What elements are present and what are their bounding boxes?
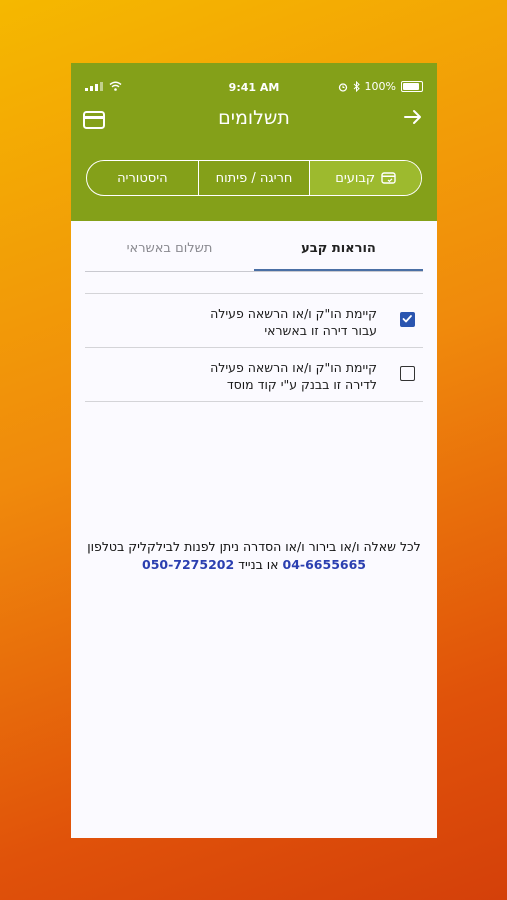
- divider: [85, 293, 423, 294]
- status-right: 100%: [338, 80, 423, 93]
- option-credit-checkbox[interactable]: [400, 312, 415, 327]
- option-bank-line1: קיימת הו"ק ו/או הרשאה פעילה: [210, 360, 377, 375]
- arrow-right-icon[interactable]: [403, 109, 423, 125]
- contact-line1: לכל שאלה ו/או בירור ו/או הסדרה ניתן לפנו…: [87, 539, 421, 554]
- tab-credit-payment[interactable]: תשלום באשראי: [85, 231, 254, 271]
- status-bar: 9:41 AM 100%: [71, 63, 437, 94]
- bluetooth-icon: [353, 81, 360, 92]
- divider: [85, 347, 423, 348]
- option-credit-line2: עבור דירה זו באשראי: [264, 323, 377, 338]
- tab-bar: הוראות קבע תשלום באשראי: [85, 231, 423, 272]
- option-bank-text: קיימת הו"ק ו/או הרשאה פעילה לדירה זו בבנ…: [210, 359, 377, 393]
- segment-history-label: היסטוריה: [117, 170, 168, 186]
- phone-link-2[interactable]: 050-7275202: [142, 557, 234, 572]
- segment-fixed[interactable]: קבועים: [310, 161, 421, 195]
- option-credit-text: קיימת הו"ק ו/או הרשאה פעילה עבור דירה זו…: [210, 305, 377, 339]
- segment-history[interactable]: היסטוריה: [87, 161, 199, 195]
- alarm-icon: [338, 82, 347, 92]
- segment-overdraft[interactable]: חריגה / פיתוח: [199, 161, 311, 195]
- segmented-control: היסטוריה חריגה / פיתוח קבועים: [86, 160, 422, 196]
- tab-standing-orders[interactable]: הוראות קבע: [254, 231, 423, 271]
- phone-link-1[interactable]: 04-6655665: [283, 557, 366, 572]
- segment-fixed-label: קבועים: [335, 170, 376, 186]
- contact-info: לכל שאלה ו/או בירור ו/או הסדרה ניתן לפנו…: [71, 538, 437, 574]
- battery-icon: [401, 81, 423, 92]
- page-title: תשלומים: [218, 107, 290, 129]
- option-credit[interactable]: קיימת הו"ק ו/או הרשאה פעילה עבור דירה זו…: [85, 295, 423, 347]
- checkmark-icon: [402, 315, 412, 323]
- card-check-icon: [381, 172, 396, 184]
- divider: [85, 401, 423, 402]
- app-screen: 9:41 AM 100% תשלומים היסטוריה חריגה / פי…: [71, 63, 437, 838]
- contact-connector: או בנייד: [238, 557, 279, 572]
- app-header: 9:41 AM 100% תשלומים היסטוריה חריגה / פי…: [71, 63, 437, 221]
- battery-percent: 100%: [364, 80, 396, 93]
- option-bank-checkbox[interactable]: [400, 366, 415, 381]
- contact-line2: 04-6655665 או בנייד 050-7275202: [71, 556, 437, 574]
- option-bank-line2: לדירה זו בבנק ע"י קוד מוסד: [226, 377, 377, 392]
- option-credit-line1: קיימת הו"ק ו/או הרשאה פעילה: [210, 306, 377, 321]
- option-bank[interactable]: קיימת הו"ק ו/או הרשאה פעילה לדירה זו בבנ…: [85, 349, 423, 401]
- segment-overdraft-label: חריגה / פיתוח: [215, 170, 293, 186]
